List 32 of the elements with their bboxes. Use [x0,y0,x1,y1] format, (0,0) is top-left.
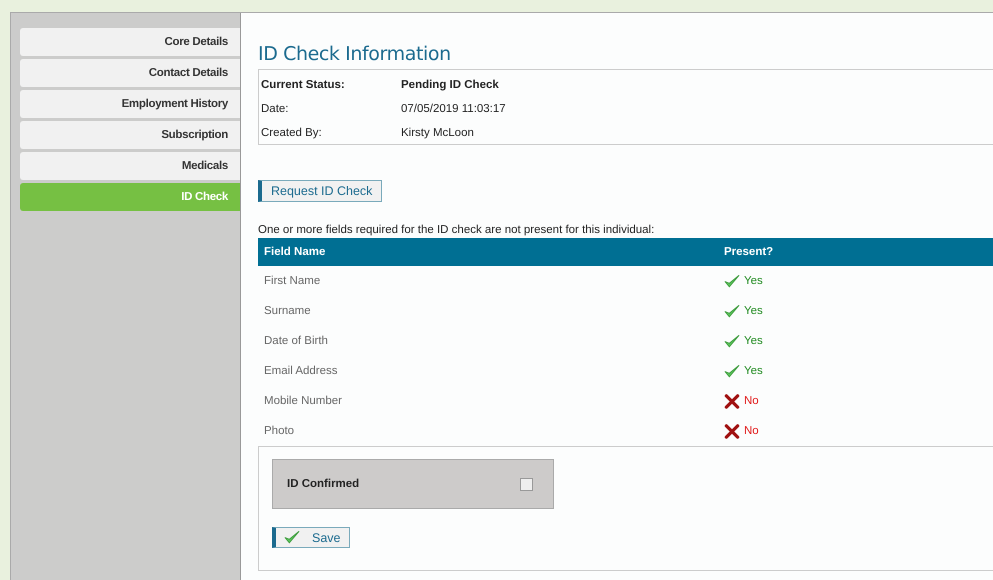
info-label: Date: [261,103,290,115]
present-status: Yes [744,275,763,287]
page-title: ID Check Information [258,43,452,65]
sidebar-item[interactable]: Core Details [20,28,240,56]
request-id-check-button[interactable]: Request ID Check [258,180,382,202]
field-name: Date of Birth [263,335,329,347]
field-name: Mobile Number [263,395,343,407]
sidebar-item[interactable]: Employment History [20,90,240,118]
field-name: Photo [263,425,296,437]
column-header: Present? [724,246,774,258]
column-header: Field Name [263,246,326,258]
present-status: Yes [744,305,763,317]
info-value: Kirsty McLoon [401,127,474,139]
present-status: No [744,425,759,437]
confirm-label: ID Confirmed [287,478,360,490]
check-icon [284,530,300,545]
info-label: Current Status: [261,79,346,91]
field-name: Email Address [263,365,339,377]
info-label: Created By: [261,127,323,139]
save-button[interactable]: Save [272,527,350,548]
present-status: Yes [744,335,763,347]
field-name: Surname [263,305,312,317]
present-status: No [744,395,759,407]
message-text: One or more fields required for the ID check are not present for this individual: [258,224,656,236]
sidebar-item[interactable]: Subscription [20,121,240,149]
info-value: Pending ID Check [401,79,499,91]
sidebar-item[interactable]: Medicals [20,152,240,180]
sidebar-item[interactable]: Contact Details [20,59,240,87]
field-name: First Name [263,275,322,287]
present-status: Yes [744,365,763,377]
id-confirmed-checkbox[interactable] [520,478,533,490]
info-value: 07/05/2019 11:03:17 [401,103,506,115]
